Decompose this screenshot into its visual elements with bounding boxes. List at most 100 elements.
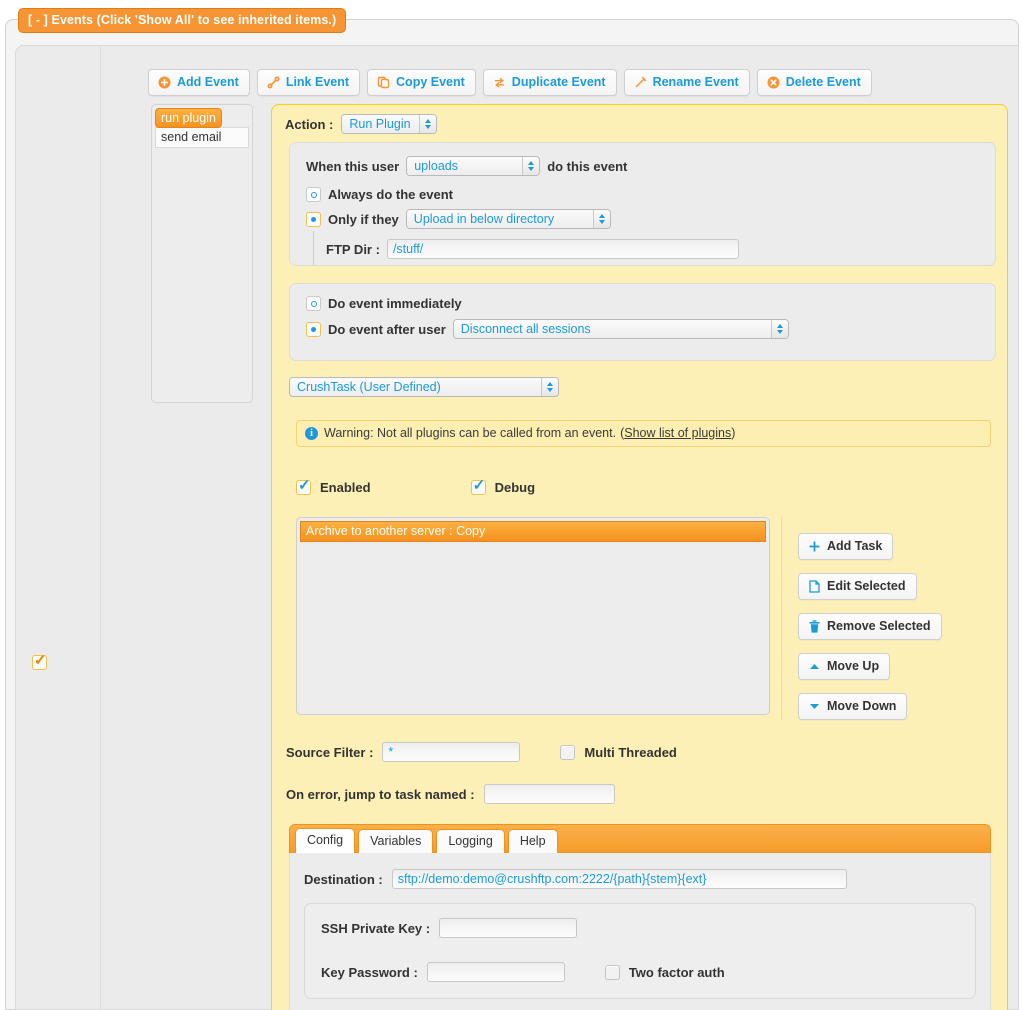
enabled-checkbox[interactable]: ✓: [296, 477, 311, 495]
warning-text: Warning: Not all plugins can be called f…: [324, 426, 617, 440]
action-label: Action :: [285, 116, 334, 132]
do-after-user-radio-row[interactable]: Do event after user Disconnect all sessi…: [306, 319, 995, 339]
radio-label: Always do the event: [328, 187, 453, 202]
duplicate-arrows-icon: [493, 76, 506, 89]
only-if-radio-row[interactable]: Only if they Upload in below directory: [306, 209, 995, 229]
delete-circle-icon: [767, 76, 780, 89]
plus-icon: [808, 540, 821, 553]
pencil-icon: [634, 76, 647, 89]
when-user-row: When this user uploads do this event: [306, 156, 995, 176]
trash-icon: [808, 619, 821, 633]
on-error-row: On error, jump to task named :: [286, 784, 1007, 804]
tab-help[interactable]: Help: [507, 829, 558, 853]
check-mark-icon: ✓: [298, 477, 311, 494]
tab-logging[interactable]: Logging: [436, 829, 505, 853]
ftp-dir-row: FTP Dir : /stuff/: [306, 239, 995, 259]
check-mark-icon: ✓: [472, 477, 486, 494]
debug-label: Debug: [494, 480, 536, 495]
select-value: Upload in below directory: [406, 210, 593, 228]
user-action-select[interactable]: uploads: [406, 156, 541, 176]
condition-select[interactable]: Upload in below directory: [405, 209, 611, 229]
events-enable-checkbox[interactable]: ✓: [32, 653, 47, 672]
tab-variables[interactable]: Variables: [358, 829, 434, 853]
radio-after-user[interactable]: [306, 321, 321, 337]
button-label: Link Event: [285, 75, 350, 89]
show-plugins-link[interactable]: Show list of plugins: [624, 426, 731, 440]
ssh-private-key-row: SSH Private Key :: [321, 918, 959, 938]
add-task-button[interactable]: Add Task: [798, 533, 894, 560]
tab-panel-config: Destination : sftp://demo:demo@crushftp.…: [289, 853, 991, 1010]
always-do-event-radio-row[interactable]: Always do the event: [306, 187, 995, 202]
timing-panel: Do event immediately Do event after user…: [289, 283, 996, 361]
add-event-button[interactable]: Add Event: [148, 69, 250, 96]
stepper-arrows-icon: [541, 378, 558, 396]
two-factor-checkbox[interactable]: [604, 964, 620, 980]
move-up-button[interactable]: Move Up: [798, 653, 891, 680]
source-filter-row: Source Filter : * Multi Threaded: [286, 742, 1007, 762]
remove-selected-button[interactable]: Remove Selected: [798, 613, 942, 640]
tab-config[interactable]: Config: [295, 828, 356, 853]
key-password-input[interactable]: [426, 962, 565, 982]
move-down-button[interactable]: Move Down: [798, 693, 908, 720]
ftp-dir-label: FTP Dir :: [326, 241, 380, 257]
destination-input[interactable]: sftp://demo:demo@crushftp.com:2222/{path…: [391, 869, 847, 889]
events-list[interactable]: run plugin send email: [151, 104, 253, 403]
events-legend-tab[interactable]: [ - ] Events (Click 'Show All' to see in…: [18, 8, 347, 33]
delete-event-button[interactable]: Delete Event: [756, 69, 872, 96]
edit-selected-button[interactable]: Edit Selected: [798, 573, 917, 600]
duplicate-event-button[interactable]: Duplicate Event: [482, 69, 617, 96]
ssh-private-key-input[interactable]: [439, 918, 578, 938]
link-event-button[interactable]: Link Event: [256, 69, 361, 96]
radio-label: Do event immediately: [328, 296, 462, 311]
do-immediately-radio-row[interactable]: Do event immediately: [306, 296, 995, 311]
ftp-dir-input[interactable]: /stuff/: [386, 239, 739, 259]
multi-threaded-label: Multi Threaded: [584, 744, 677, 760]
checkbox-box: ✓: [32, 653, 47, 671]
copy-event-button[interactable]: Copy Event: [367, 69, 476, 96]
radio-immediately[interactable]: [306, 296, 321, 311]
action-select[interactable]: Run Plugin: [341, 114, 437, 134]
plus-circle-icon: [158, 76, 171, 89]
button-label: Rename Event: [652, 75, 739, 89]
link-icon: [267, 75, 280, 89]
after-user-select[interactable]: Disconnect all sessions: [452, 319, 789, 339]
button-label: Duplicate Event: [511, 75, 606, 89]
ssh-private-key-label: SSH Private Key :: [321, 920, 431, 936]
two-factor-label: Two factor auth: [628, 964, 725, 980]
stepper-arrows-icon: [418, 115, 436, 133]
on-error-input[interactable]: [483, 784, 615, 804]
source-filter-label: Source Filter :: [286, 744, 374, 760]
plugin-select[interactable]: CrushTask (User Defined): [289, 377, 559, 397]
tasks-divider: [781, 517, 782, 720]
multi-threaded-checkbox[interactable]: [560, 744, 576, 760]
debug-checkbox[interactable]: ✓: [470, 477, 486, 495]
plugin-warning-bar: i Warning: Not all plugins can be called…: [296, 420, 991, 447]
enabled-label: Enabled: [320, 480, 371, 495]
key-password-label: Key Password :: [321, 964, 418, 980]
stepper-arrows-icon: [522, 157, 540, 175]
destination-row: Destination : sftp://demo:demo@crushftp.…: [304, 869, 976, 889]
rename-event-button[interactable]: Rename Event: [623, 69, 750, 96]
destination-label: Destination :: [304, 871, 383, 887]
list-item[interactable]: run plugin: [155, 108, 222, 128]
task-list-item[interactable]: Archive to another server : Copy: [300, 521, 766, 542]
button-label: Move Down: [827, 699, 897, 713]
button-label: Edit Selected: [827, 579, 906, 593]
list-item[interactable]: send email: [155, 127, 249, 148]
task-list[interactable]: Archive to another server : Copy: [296, 517, 770, 715]
button-label: Add Task: [827, 539, 883, 553]
action-panel: Action : Run Plugin When this user uploa…: [271, 104, 1008, 1010]
button-label: Remove Selected: [827, 619, 931, 633]
radio-always[interactable]: [306, 187, 321, 202]
radio-only-if[interactable]: [306, 211, 321, 227]
paren-close: ): [731, 426, 736, 440]
source-filter-input[interactable]: *: [382, 742, 521, 762]
stepper-arrows-icon: [592, 210, 610, 228]
button-label: Move Up: [827, 659, 880, 673]
tasks-section: Archive to another server : Copy Add Tas…: [296, 517, 1007, 720]
select-value: Disconnect all sessions: [453, 320, 771, 338]
tabs-bar: Config Variables Logging Help: [289, 824, 991, 853]
plugin-flags-row: ✓ Enabled ✓ Debug: [296, 477, 1007, 495]
warning-link-wrap: (Show list of plugins): [620, 426, 735, 440]
trigger-panel: When this user uploads do this event Alw…: [289, 142, 996, 266]
